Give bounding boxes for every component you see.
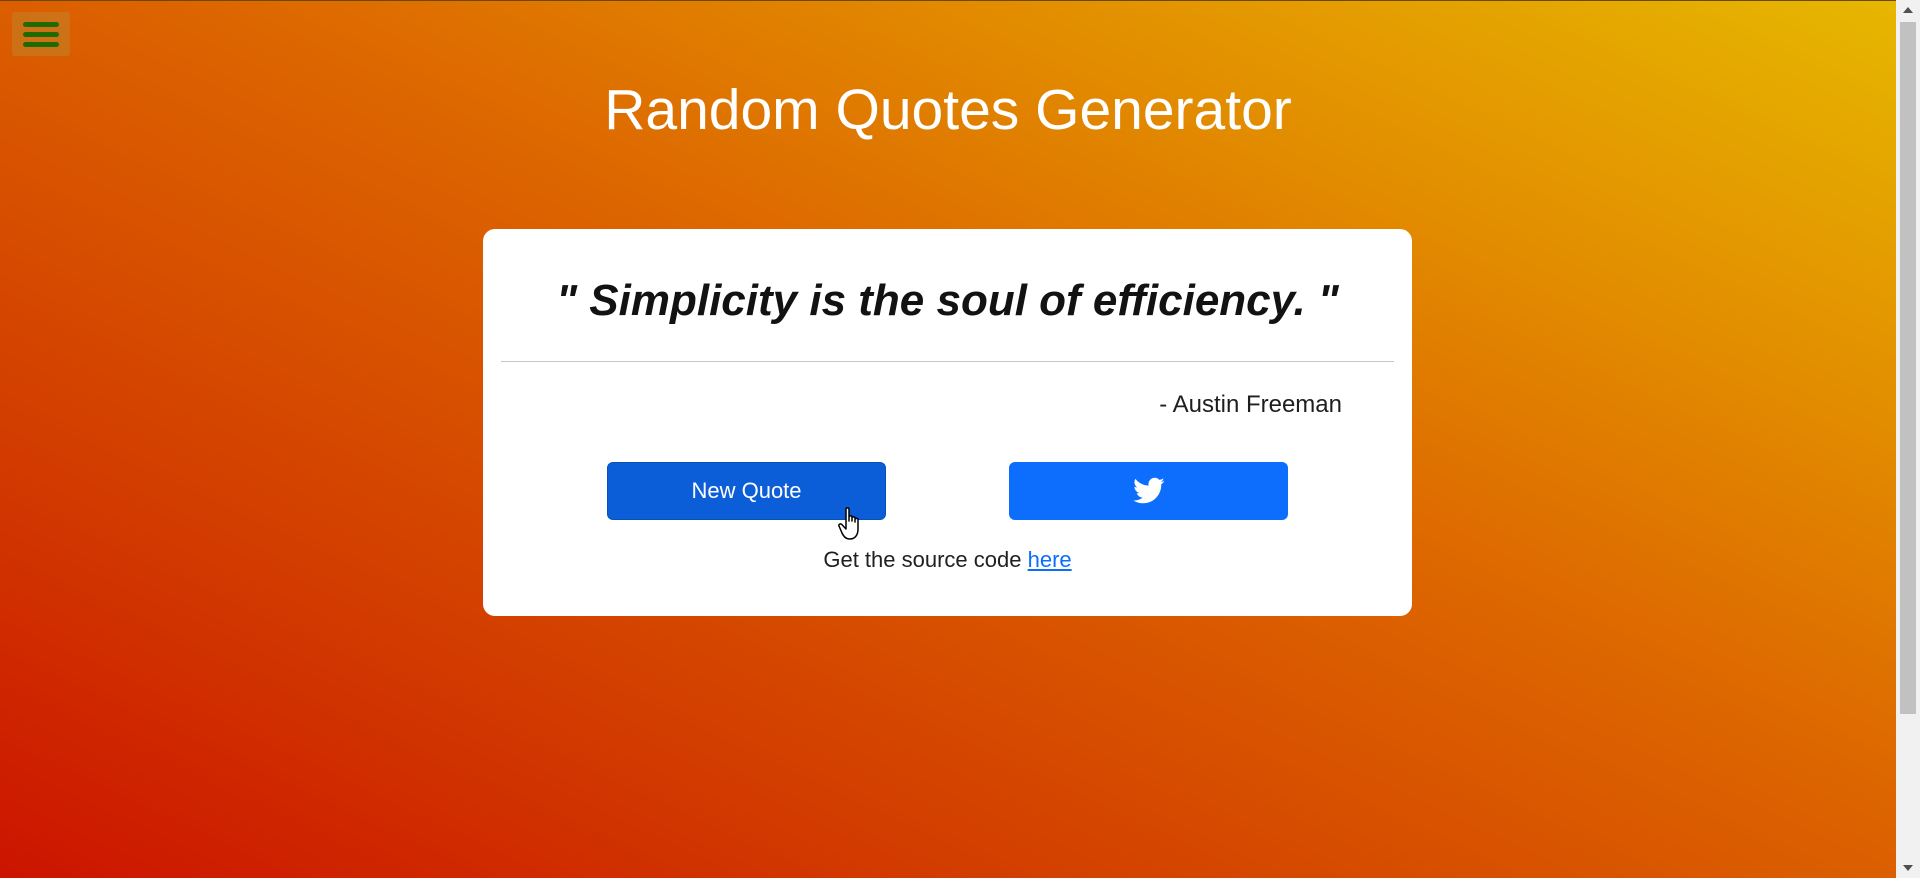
- top-border: [0, 0, 1920, 1]
- vertical-scrollbar[interactable]: [1896, 0, 1920, 878]
- tweet-button[interactable]: [1009, 462, 1288, 520]
- divider: [501, 361, 1394, 362]
- twitter-icon: [1132, 477, 1164, 504]
- quote-author: - Austin Freeman: [1159, 391, 1342, 418]
- scroll-up-arrow-icon[interactable]: [1896, 0, 1920, 20]
- hamburger-menu-button[interactable]: [12, 12, 70, 56]
- quote-card: " Simplicity is the soul of efficiency. …: [483, 229, 1412, 616]
- page-background: Random Quotes Generator " Simplicity is …: [0, 0, 1920, 878]
- source-code-line: Get the source code here: [483, 545, 1412, 575]
- source-code-text: Get the source code: [823, 547, 1022, 572]
- scrollbar-thumb[interactable]: [1900, 22, 1916, 714]
- page-title: Random Quotes Generator: [604, 78, 1292, 142]
- source-code-link[interactable]: here: [1028, 547, 1072, 572]
- new-quote-button[interactable]: New Quote: [607, 462, 886, 520]
- new-quote-label: New Quote: [691, 478, 802, 503]
- quote-text: " Simplicity is the soul of efficiency. …: [556, 276, 1339, 325]
- scroll-down-arrow-icon[interactable]: [1896, 858, 1920, 878]
